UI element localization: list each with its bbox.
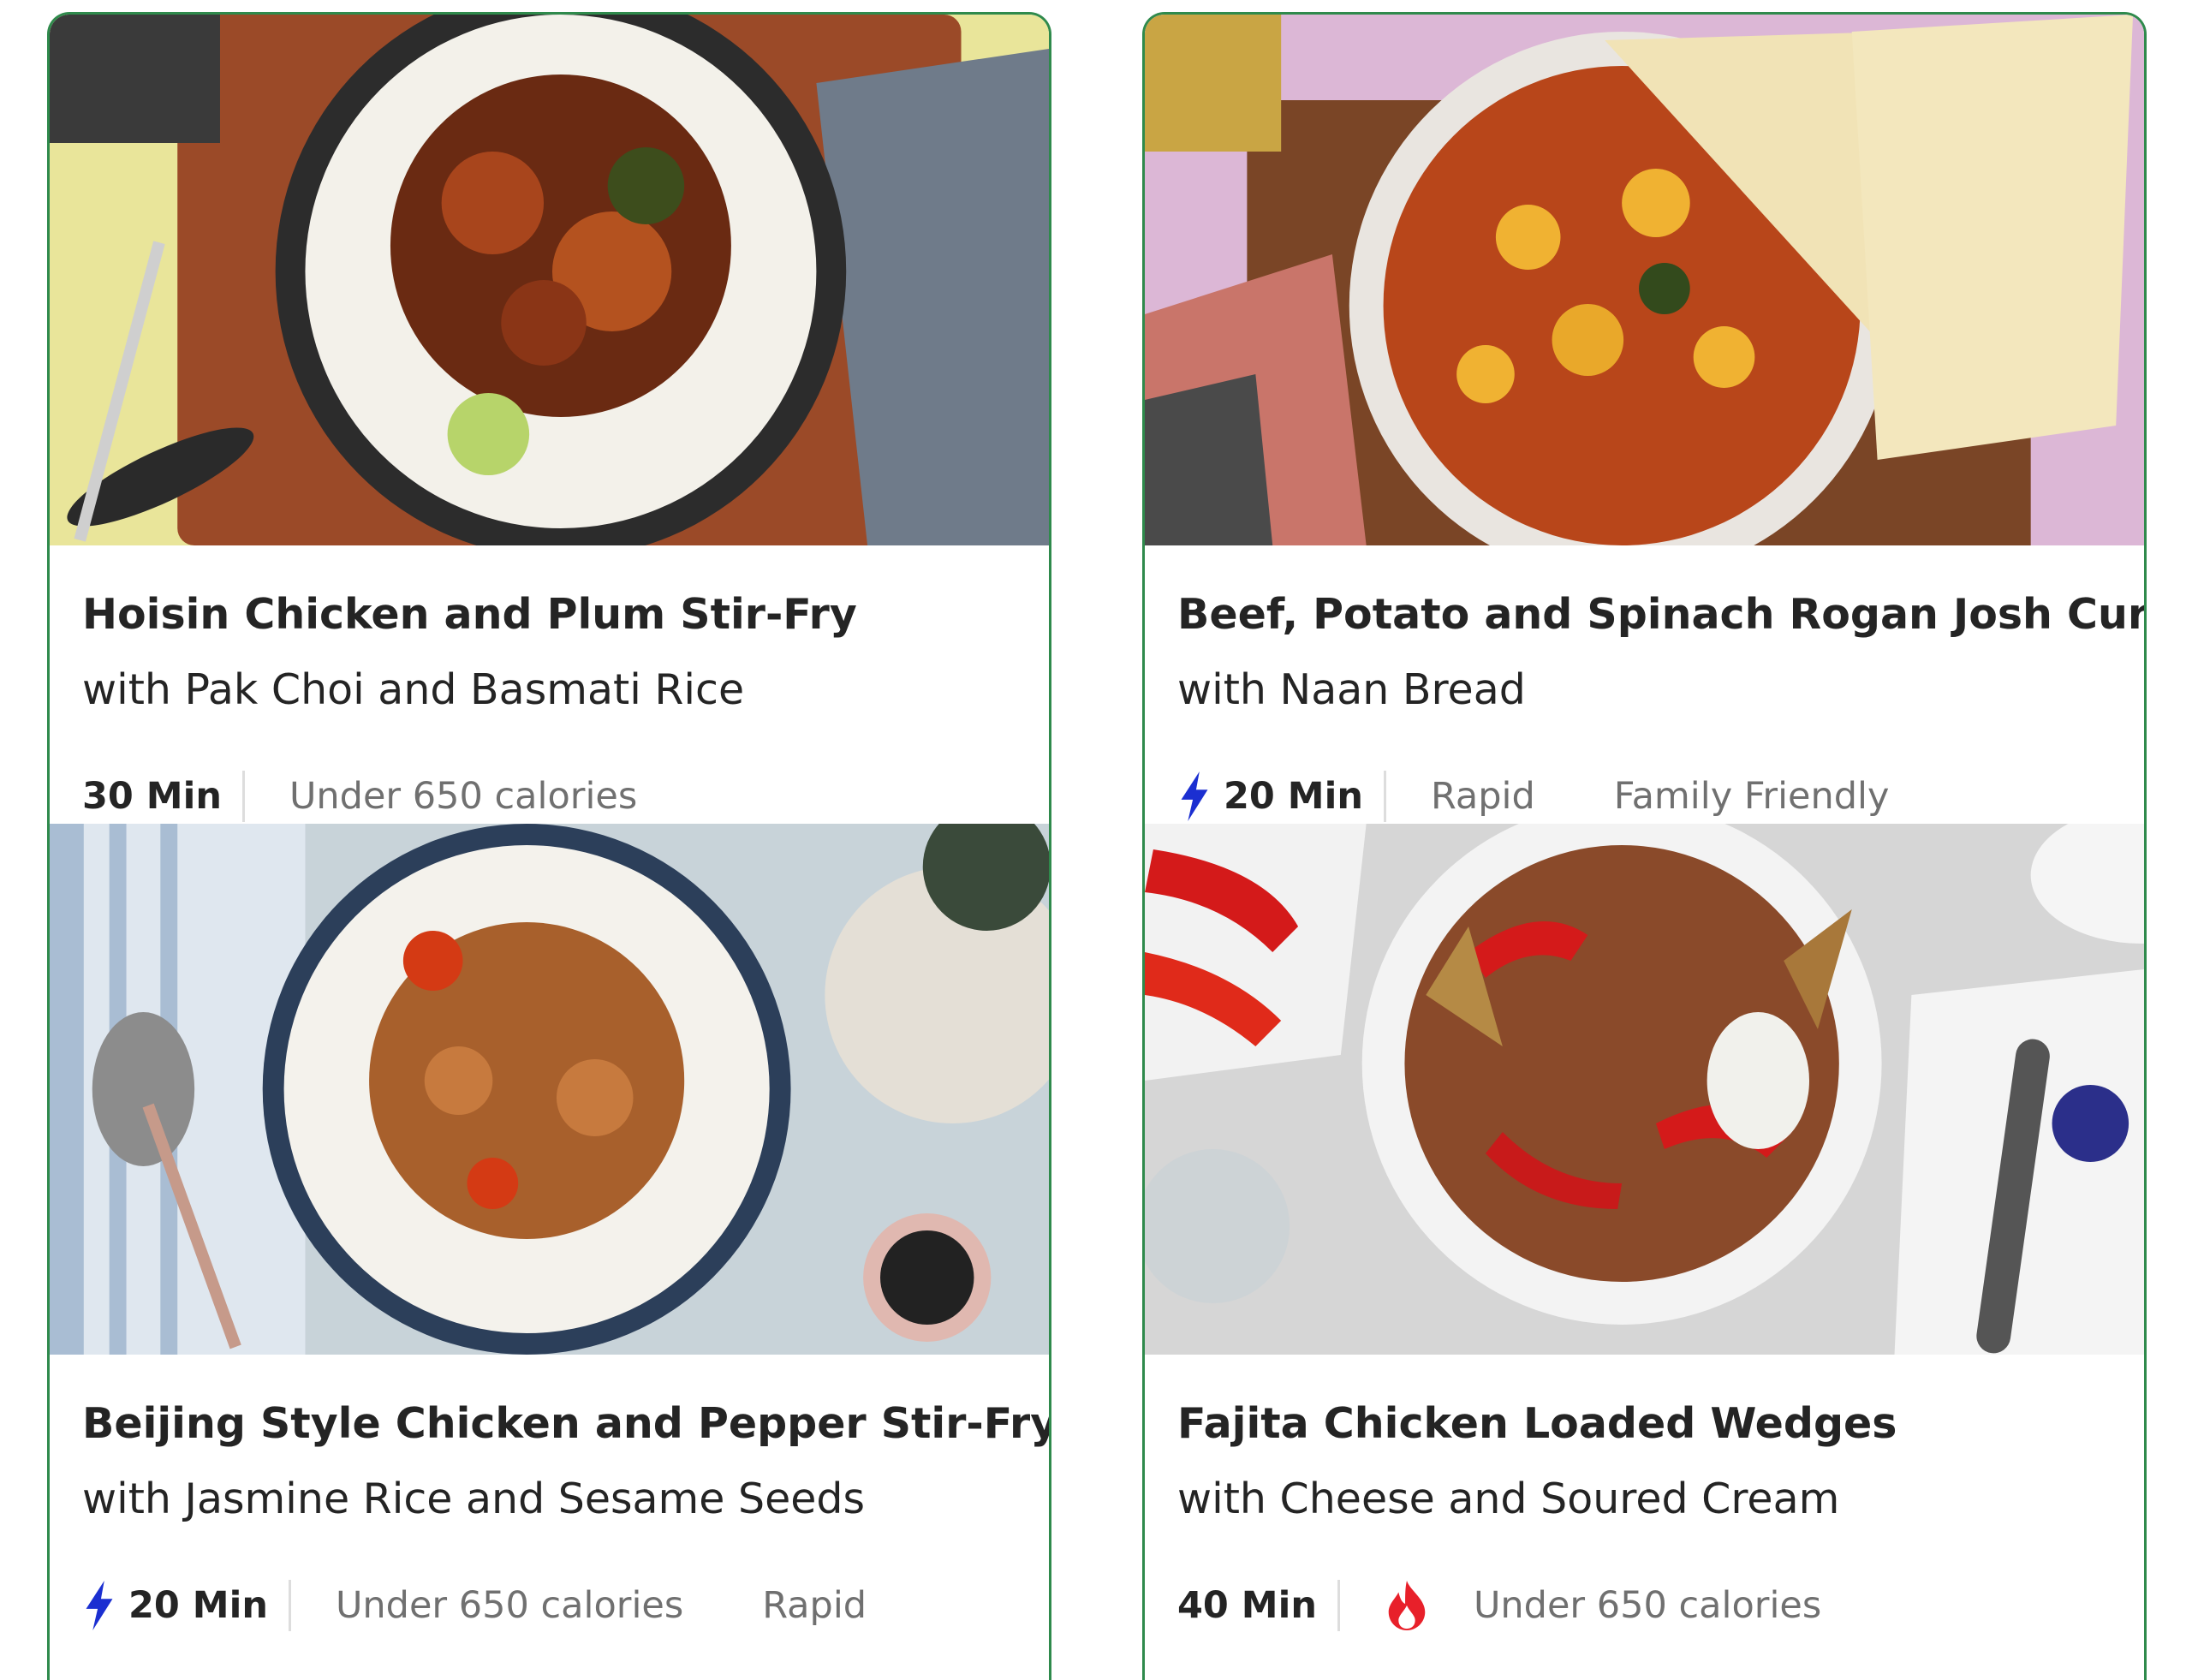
recipe-subtitle: with Cheese and Soured Cream: [1177, 1474, 1840, 1523]
recipe-card-hoisin-chicken[interactable]: Hoisin Chicken and Plum Stir-Fry with Pa…: [47, 12, 1051, 868]
tag-calories: Under 650 calories: [289, 775, 638, 818]
recipe-subtitle: with Pak Choi and Basmati Rice: [82, 665, 745, 714]
recipe-subtitle: with Naan Bread: [1177, 665, 1526, 714]
recipe-photo[interactable]: [50, 15, 1049, 545]
lightning-bolt-icon: [1181, 771, 1208, 821]
lightning-bolt-icon: [86, 1581, 113, 1630]
recipe-card-beijing-chicken[interactable]: Beijing Style Chicken and Pepper Stir-Fr…: [47, 824, 1051, 1680]
cook-time: 40 Min: [1177, 1584, 1317, 1627]
recipe-meta: 40 Min Under 650 calories: [1177, 1577, 1900, 1634]
recipe-title[interactable]: Fajita Chicken Loaded Wedges: [1177, 1399, 1897, 1448]
tag-calories: Under 650 calories: [335, 1584, 684, 1627]
divider: [1383, 771, 1386, 822]
recipe-card-fajita-wedges[interactable]: Fajita Chicken Loaded Wedges with Cheese…: [1142, 824, 2147, 1680]
recipe-title[interactable]: Beijing Style Chicken and Pepper Stir-Fr…: [82, 1399, 1049, 1448]
cook-time: 20 Min: [128, 1584, 268, 1627]
cook-time: 30 Min: [82, 775, 222, 818]
tag-calories: Under 650 calories: [1473, 1584, 1822, 1627]
recipe-title[interactable]: Hoisin Chicken and Plum Stir-Fry: [82, 590, 857, 639]
divider: [288, 1580, 291, 1631]
recipe-meta: 20 Min Under 650 calories Rapid: [82, 1577, 945, 1634]
recipe-photo[interactable]: [50, 824, 1049, 1355]
tag-rapid: Rapid: [1430, 775, 1535, 818]
divider: [1337, 1580, 1340, 1631]
recipe-meta: 30 Min Under 650 calories: [82, 768, 716, 825]
recipe-card-rogan-josh[interactable]: Beef, Potato and Spinach Rogan Josh Curr…: [1142, 12, 2147, 868]
recipe-subtitle: with Jasmine Rice and Sesame Seeds: [82, 1474, 866, 1523]
recipe-photo[interactable]: [1145, 15, 2144, 545]
recipe-photo[interactable]: [1145, 824, 2144, 1355]
recipe-meta: 20 Min Rapid Family Friendly: [1177, 768, 1968, 825]
flame-icon: [1388, 1581, 1426, 1630]
tag-family-friendly: Family Friendly: [1613, 775, 1890, 818]
cook-time: 20 Min: [1224, 775, 1363, 818]
recipe-title[interactable]: Beef, Potato and Spinach Rogan Josh Curr…: [1177, 590, 2144, 639]
tag-rapid: Rapid: [762, 1584, 867, 1627]
divider: [241, 771, 245, 822]
